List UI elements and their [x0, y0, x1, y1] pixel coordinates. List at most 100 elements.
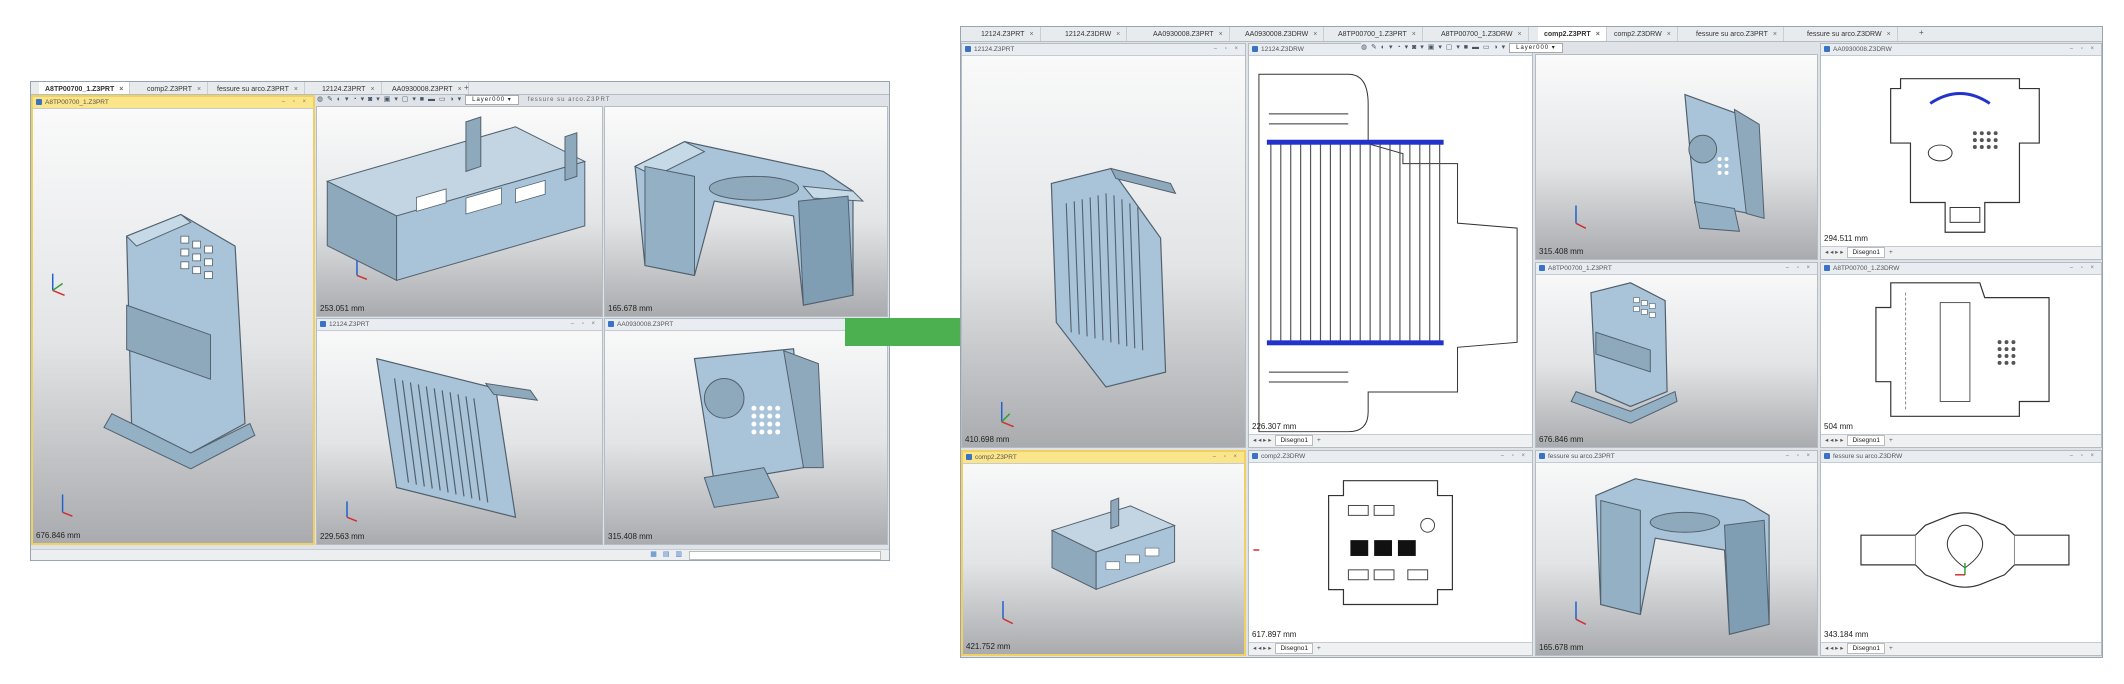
right-pane-1[interactable]: 12124.Z3DRW– ▫ × 226.307 mm ◂ ◂ ▸ ▸Diseg… — [1248, 43, 1533, 448]
add-sheet-icon[interactable]: + — [1889, 437, 1893, 444]
right-pane-2[interactable]: 315.408 mm — [1535, 54, 1818, 260]
right-pane-4[interactable]: A8TP00700_1.Z3PRT – ▫ × 676.846 mm — [1535, 262, 1818, 448]
right-pane-8[interactable]: fessure su arco.Z3PRT – ▫ × 165.678 mm — [1535, 450, 1818, 656]
sheet-tab[interactable]: Disegno1 — [1847, 435, 1885, 446]
sheet-nav-icons[interactable]: ◂ ◂ ▸ ▸ — [1253, 645, 1271, 652]
arch-flat-drawing-view — [1860, 512, 2070, 588]
close-icon[interactable]: × — [1517, 31, 1521, 38]
right-tab-7[interactable]: comp2.Z3DRW × — [1608, 27, 1678, 41]
sheet-tab[interactable]: Disegno1 — [1847, 247, 1885, 258]
right-pane-6[interactable]: comp2.Z3PRT – ▫ × 421.752 mm — [961, 450, 1246, 656]
layer-select[interactable]: Layer000 ▾ — [1509, 43, 1563, 53]
left-tab-4[interactable]: AA0930008.Z3PRT × — [386, 82, 469, 94]
sheet-tab[interactable]: Disegno1 — [1847, 643, 1885, 654]
right-pane-5[interactable]: A8TP00700_1.Z3DRW – ▫ × 504 mm ◂ ◂ ▸ ▸ Dis… — [1820, 262, 2102, 448]
left-pane-1[interactable]: 253.051 mm — [316, 106, 603, 317]
bracket-plate-model — [51, 213, 256, 517]
layout-icons[interactable]: ▦ ▤ ▥ — [650, 550, 684, 558]
right-tab-0[interactable]: 12124.Z3PRT × — [975, 27, 1041, 41]
scale-readout: 229.563 mm — [320, 532, 365, 541]
sheet-tab-bar: ◂ ◂ ▸ ▸ Disegno1 + — [1821, 434, 2101, 447]
vented-plate-model — [346, 357, 539, 522]
left-pane-3[interactable]: 12124.Z3PRT – ▫ × 229.563 mm — [316, 318, 603, 545]
left-toolbar[interactable]: ◍ ✎ ◐ ▾ ◔ ▾ ◙ ▾ ▣ ▾ ▢ ▾ ■ ▬ ▭ ◑ ▾ Layer0… — [317, 95, 610, 105]
close-icon[interactable]: × — [1667, 31, 1671, 38]
left-status-bar: ▦ ▤ ▥ — [31, 549, 889, 560]
sheet-nav-icons[interactable]: ◂ ◂ ▸ ▸ — [1253, 437, 1271, 444]
scale-readout: 617.897 mm — [1252, 630, 1297, 639]
toolbar-icons[interactable]: ◍ ✎ ◐ ▾ ◔ ▾ ◙ ▾ ▣ ▾ ▢ ▾ ■ ▬ ▭ ◑ ▾ — [317, 96, 462, 103]
right-tab-1[interactable]: 12124.Z3DRW × — [1059, 27, 1128, 41]
sheet-tab-bar: ◂ ◂ ▸ ▸ Disegno1 + — [1821, 246, 2101, 259]
add-sheet-icon[interactable]: + — [1317, 437, 1321, 444]
sheet-tab-bar: ◂ ◂ ▸ ▸ Disegno1 + — [1249, 434, 1532, 447]
close-icon[interactable]: × — [1412, 31, 1416, 38]
toolbar-icons[interactable]: ◍ ✎ ◐ ▾ ◔ ▾ ◙ ▾ ▣ ▾ ▢ ▾ ■ ▬ ▭ ◑ ▾ — [1361, 44, 1506, 51]
arch-part-model — [1575, 478, 1770, 635]
right-tab-2[interactable]: AA0930008.Z3PRT × — [1147, 27, 1230, 41]
sheet-tab[interactable]: Disegno1 — [1275, 643, 1313, 654]
scale-readout: 504 mm — [1824, 422, 1853, 431]
left-tab-2[interactable]: fessure su arco.Z3PRT × — [211, 82, 305, 94]
right-pane-3[interactable]: AA0930008.Z3DRW – ▫ × 294.511 mm ◂ ◂ ▸ ▸ D… — [1820, 43, 2102, 260]
left-tab-0[interactable]: A8TP00700_1.Z3PRT × — [39, 82, 131, 94]
right-pane-9[interactable]: fessure su arco.Z3DRW – ▫ × 343.184 mm ◂ … — [1820, 450, 2102, 656]
scale-readout: 676.846 mm — [1539, 435, 1584, 444]
left-tab-bar: A8TP00700_1.Z3PRT × comp2.Z3PRT × fessure … — [31, 82, 889, 95]
bracket-mount-model — [1575, 93, 1765, 232]
scale-readout: 294.511 mm — [1824, 234, 1868, 243]
right-pane-7[interactable]: comp2.Z3DRW – ▫ × 617.897 mm ◂ ◂ ▸ ▸ Diseg… — [1248, 450, 1533, 656]
vented-plate-model — [1000, 167, 1177, 428]
right-tab-6[interactable]: comp2.Z3PRT × — [1538, 27, 1607, 41]
scale-readout: 315.408 mm — [608, 532, 653, 541]
right-tab-4[interactable]: A8TP00700_1.Z3PRT × — [1332, 27, 1423, 41]
right-tab-8[interactable]: fessure su arco.Z3PRT × — [1690, 27, 1784, 41]
close-icon[interactable]: × — [458, 86, 462, 93]
right-tab-3[interactable]: AA0930008.Z3DRW × — [1239, 27, 1325, 41]
close-icon[interactable]: × — [1116, 31, 1120, 38]
scale-readout: 226.307 mm — [1252, 422, 1297, 431]
scale-readout: 165.678 mm — [1539, 643, 1584, 652]
scale-readout: 410.698 mm — [965, 435, 1010, 444]
close-icon[interactable]: × — [1313, 31, 1317, 38]
add-sheet-icon[interactable]: + — [1889, 249, 1893, 256]
add-sheet-icon[interactable]: + — [1889, 645, 1893, 652]
right-toolbar[interactable]: ◍ ✎ ◐ ▾ ◔ ▾ ◙ ▾ ▣ ▾ ▢ ▾ ■ ▬ ▭ ◑ ▾ Layer0… — [1361, 43, 1563, 53]
right-tab-9[interactable]: fessure su arco.Z3DRW × — [1801, 27, 1898, 41]
sheet-tab-bar: ◂ ◂ ▸ ▸ Disegno1 + — [1249, 642, 1532, 655]
close-icon[interactable]: × — [370, 86, 374, 93]
left-tab-3[interactable]: 12124.Z3PRT × — [316, 82, 382, 94]
left-tab-1[interactable]: comp2.Z3PRT × — [141, 82, 209, 94]
mount-drawing-view — [1890, 78, 2040, 233]
sheet-nav-icons[interactable]: ◂ ◂ ▸ ▸ — [1825, 645, 1843, 652]
vent-drawing-view — [1258, 73, 1518, 433]
scale-readout: 315.408 mm — [1539, 247, 1584, 256]
command-field[interactable] — [689, 551, 881, 560]
close-icon[interactable]: × — [1773, 31, 1777, 38]
close-icon[interactable]: × — [1596, 31, 1600, 38]
close-icon[interactable]: × — [294, 86, 298, 93]
scale-readout: 253.051 mm — [320, 304, 365, 313]
add-tab-icon[interactable]: + — [1919, 28, 1924, 37]
scale-readout: 343.184 mm — [1824, 630, 1869, 639]
close-icon[interactable]: × — [119, 86, 123, 93]
scale-readout: 165.678 mm — [608, 304, 653, 313]
sheet-tab[interactable]: Disegno1 — [1275, 435, 1313, 446]
extra-tab-label[interactable]: fessure su arco.Z3PRT — [528, 97, 611, 103]
right-tab-bar: 12124.Z3PRT × 12124.Z3DRW × AA0930008.Z3PR… — [961, 27, 2102, 42]
sheet-nav-icons[interactable]: ◂ ◂ ▸ ▸ — [1825, 249, 1843, 256]
close-icon[interactable]: × — [197, 86, 201, 93]
scale-readout: 676.846 mm — [36, 531, 81, 540]
close-icon[interactable]: × — [1219, 31, 1223, 38]
add-sheet-icon[interactable]: + — [1317, 645, 1321, 652]
plate-drawing-view — [1875, 282, 2050, 417]
right-pane-0[interactable]: 12124.Z3PRT – ▫ × 410.698 mm — [961, 43, 1246, 448]
scale-readout: 421.752 mm — [966, 642, 1011, 651]
left-pane-0[interactable]: A8TP00700_1.Z3PRT – ▫ × 676.846 mm — [31, 95, 315, 545]
add-tab-icon[interactable]: + — [464, 83, 469, 92]
right-tab-5[interactable]: A8TP00700_1.Z3DRW × — [1435, 27, 1529, 41]
close-icon[interactable]: × — [1887, 31, 1891, 38]
close-icon[interactable]: × — [1029, 31, 1033, 38]
sheet-nav-icons[interactable]: ◂ ◂ ▸ ▸ — [1825, 437, 1843, 444]
layer-select[interactable]: Layer000 ▾ — [465, 95, 519, 105]
